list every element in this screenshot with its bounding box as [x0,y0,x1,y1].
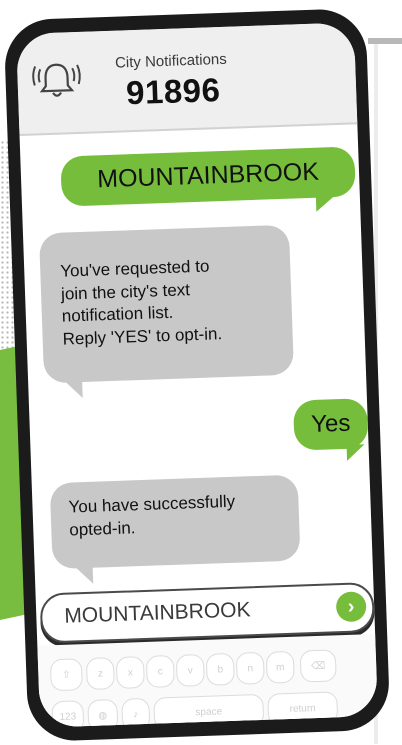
shift-icon[interactable]: ⇧ [49,658,83,692]
bubble-tail [315,192,339,212]
bell-icon [32,63,81,97]
message-text: MOUNTAINBROOK [96,158,320,194]
key-x[interactable]: x [115,656,145,689]
message-input[interactable]: MOUNTAINBROOK › [39,581,376,644]
sent-message: Yes [292,398,369,451]
numbers-key[interactable]: 123 [51,700,85,728]
key-z[interactable]: z [85,657,115,691]
conversation-header: City Notifications 91896 [15,22,358,137]
globe-icon[interactable]: ◍ [87,698,119,728]
key-c[interactable]: c [145,654,175,688]
key-n[interactable]: n [235,651,265,685]
received-message: You've requested to join the city's text… [38,224,295,384]
received-message: You have successfully opted-in. [49,474,301,570]
message-text: Yes [310,409,351,439]
phone-screen: City Notifications 91896 MOUNTAINBROOK Y… [15,22,379,728]
send-arrow-icon[interactable]: › [335,591,367,623]
keyboard: ⇧ z x c v b n m ⌫ 123 ◍ ♪ space return [37,633,379,728]
phone: City Notifications 91896 MOUNTAINBROOK Y… [3,7,391,743]
message-input-text: MOUNTAINBROOK [63,598,251,628]
sent-message: MOUNTAINBROOK [60,146,356,207]
key-v[interactable]: v [175,653,205,687]
bubble-tail [62,378,83,399]
bubble-tail [72,563,94,585]
key-b[interactable]: b [205,652,235,686]
microphone-icon[interactable]: ♪ [121,697,151,728]
backspace-icon[interactable]: ⌫ [299,649,337,683]
bubble-tail [346,444,366,461]
key-m[interactable]: m [265,650,295,684]
header-title: City Notifications [114,50,227,72]
short-code-number: 91896 [125,71,221,112]
